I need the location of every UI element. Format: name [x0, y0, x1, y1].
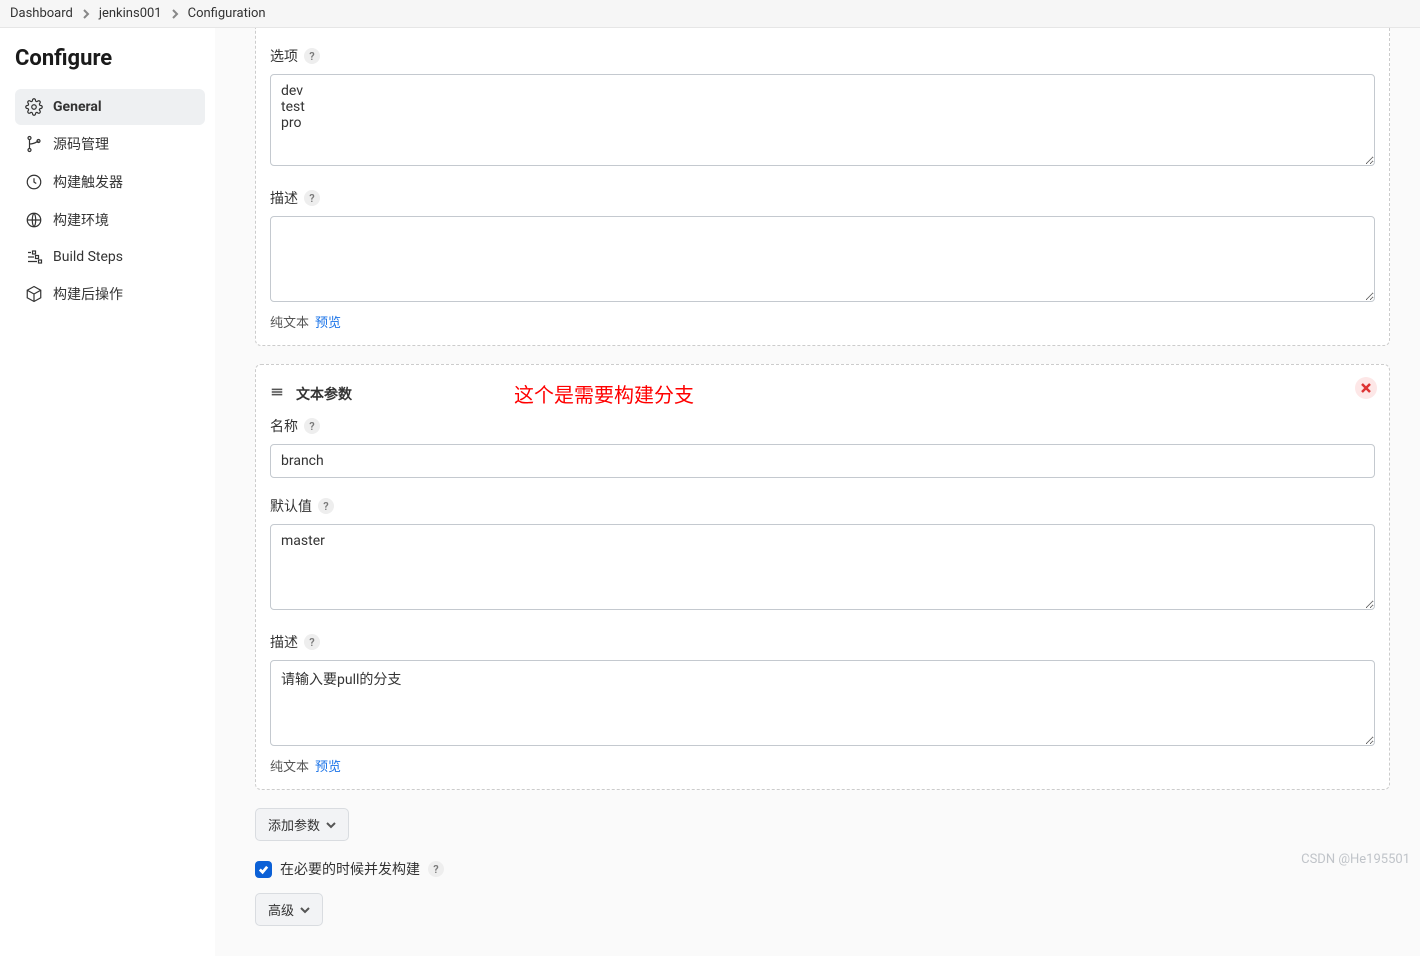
name-input[interactable] [270, 444, 1375, 478]
chevron-right-icon [170, 9, 180, 19]
preview-link[interactable]: 预览 [315, 756, 341, 775]
default-value-label: 默认值 [270, 496, 312, 516]
concurrent-build-label: 在必要的时候并发构建 [280, 859, 420, 879]
breadcrumb-dashboard[interactable]: Dashboard [10, 6, 73, 21]
main-content: 选项 ? 描述 ? 纯文本 预览 文本参数 这个是需要构建分支 [215, 28, 1420, 956]
sidebar-item-environment[interactable]: 构建环境 [15, 201, 205, 239]
help-icon[interactable]: ? [318, 498, 334, 514]
steps-icon [25, 248, 43, 266]
sidebar-item-scm[interactable]: 源码管理 [15, 125, 205, 163]
sidebar-item-label: 构建触发器 [53, 172, 123, 192]
help-icon[interactable]: ? [304, 190, 320, 206]
help-icon[interactable]: ? [304, 418, 320, 434]
plain-text-label: 纯文本 [270, 312, 309, 331]
plain-text-label: 纯文本 [270, 756, 309, 775]
advanced-button[interactable]: 高级 [255, 893, 323, 926]
package-icon [25, 285, 43, 303]
name-label: 名称 [270, 416, 298, 436]
choice-parameter-panel: 选项 ? 描述 ? 纯文本 预览 [255, 28, 1390, 346]
annotation-text: 这个是需要构建分支 [514, 379, 694, 408]
chevron-down-icon [326, 820, 336, 830]
breadcrumb: Dashboard jenkins001 Configuration [0, 0, 1420, 28]
sidebar-item-label: 构建后操作 [53, 284, 123, 304]
description-textarea[interactable] [270, 216, 1375, 302]
default-value-textarea[interactable] [270, 524, 1375, 610]
add-parameter-label: 添加参数 [268, 815, 320, 834]
sidebar: Configure General 源码管理 构建触发器 构建环境 Build … [0, 28, 215, 956]
breadcrumb-job[interactable]: jenkins001 [99, 6, 162, 21]
drag-handle-icon[interactable] [270, 385, 284, 403]
breadcrumb-page[interactable]: Configuration [188, 6, 266, 21]
description-label: 描述 [270, 632, 298, 652]
sidebar-item-label: General [53, 99, 102, 115]
globe-icon [25, 211, 43, 229]
sidebar-item-label: 构建环境 [53, 210, 109, 230]
clock-icon [25, 173, 43, 191]
text-parameter-panel: 文本参数 这个是需要构建分支 名称 ? 默认值 ? 描述 ? 纯文本 预览 [255, 364, 1390, 790]
options-label: 选项 [270, 46, 298, 66]
sidebar-item-post-build[interactable]: 构建后操作 [15, 275, 205, 313]
page-title: Configure [15, 46, 205, 71]
sidebar-item-build-steps[interactable]: Build Steps [15, 239, 205, 275]
sidebar-item-general[interactable]: General [15, 89, 205, 125]
parameter-type-title: 文本参数 [296, 384, 352, 404]
remove-parameter-button[interactable] [1355, 377, 1377, 399]
gear-icon [25, 98, 43, 116]
sidebar-item-triggers[interactable]: 构建触发器 [15, 163, 205, 201]
sidebar-item-label: Build Steps [53, 249, 123, 265]
description-label: 描述 [270, 188, 298, 208]
advanced-label: 高级 [268, 900, 294, 919]
help-icon[interactable]: ? [428, 861, 444, 877]
preview-link[interactable]: 预览 [315, 312, 341, 331]
options-textarea[interactable] [270, 74, 1375, 166]
help-icon[interactable]: ? [304, 634, 320, 650]
sidebar-item-label: 源码管理 [53, 134, 109, 154]
chevron-down-icon [300, 905, 310, 915]
description-textarea[interactable] [270, 660, 1375, 746]
concurrent-build-checkbox[interactable] [255, 861, 272, 878]
chevron-right-icon [81, 9, 91, 19]
help-icon[interactable]: ? [304, 48, 320, 64]
branch-icon [25, 135, 43, 153]
add-parameter-button[interactable]: 添加参数 [255, 808, 349, 841]
watermark: CSDN @He195501 [1301, 852, 1410, 867]
